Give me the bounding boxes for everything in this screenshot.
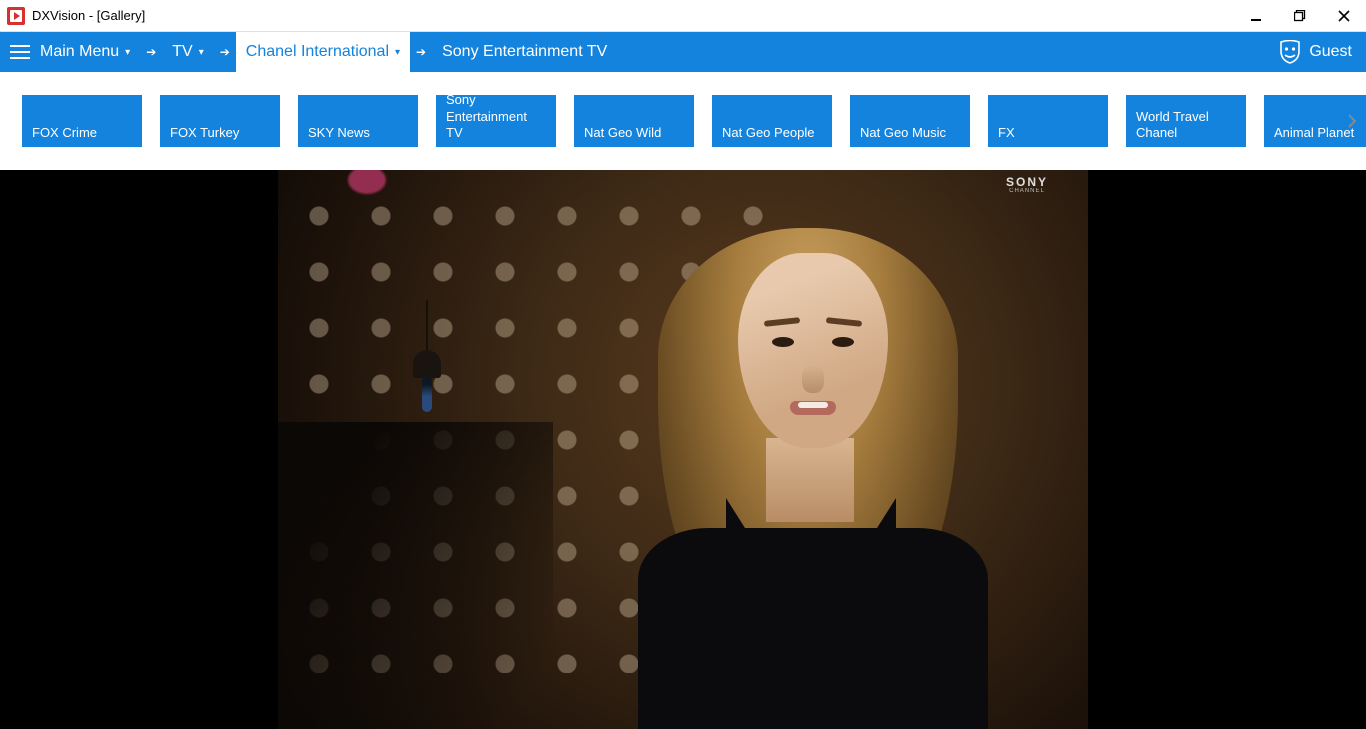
tv-button[interactable]: TV ▾ [162,32,213,72]
channel-tile[interactable]: SKY News [298,95,418,147]
window-controls [1234,0,1366,32]
channel-label: Nat Geo People [722,125,815,141]
channel-label: Nat Geo Music [860,125,946,141]
channel-tile[interactable]: Nat Geo Music [850,95,970,147]
chevron-down-icon: ▾ [199,47,204,58]
user-mask-icon [1279,40,1301,64]
breadcrumb: Main Menu ▾ ➔ TV ▾ ➔ Chanel Internationa… [0,32,1366,72]
chevron-down-icon: ▾ [395,47,400,58]
user-label: Guest [1309,43,1352,61]
channel-tile[interactable]: FOX Crime [22,95,142,147]
video-frame[interactable]: SONY CHANNEL [278,170,1088,729]
main-menu-label: Main Menu [40,43,119,61]
video-foreground-shadow [278,422,553,729]
channel-label: Nat Geo Wild [584,125,661,141]
channel-label: FOX Turkey [170,125,239,141]
channel-label: SKY News [308,125,370,141]
video-decor-bell [413,350,441,400]
channel-label: FX [998,125,1015,141]
channel-strip: FOX Crime FOX Turkey SKY News Sony Enter… [0,72,1366,170]
current-channel-label: Sony Entertainment TV [442,43,607,61]
video-subject [648,198,978,729]
channel-label: FOX Crime [32,125,97,141]
breadcrumb-arrow-icon: ➔ [140,32,162,72]
channel-international-button[interactable]: Chanel International ▾ [236,32,410,72]
window-title: DXVision - [Gallery] [32,8,145,23]
window-titlebar: DXVision - [Gallery] [0,0,1366,32]
maximize-button[interactable] [1278,0,1322,32]
main-menu-button[interactable]: Main Menu ▾ [0,32,140,72]
hamburger-icon [10,45,30,59]
channel-tile[interactable]: Sony Entertainment TV [436,95,556,147]
user-menu[interactable]: Guest [1265,32,1366,72]
channel-tile[interactable]: Nat Geo People [712,95,832,147]
minimize-button[interactable] [1234,0,1278,32]
channel-tile[interactable]: Nat Geo Wild [574,95,694,147]
channel-tile[interactable]: FOX Turkey [160,95,280,147]
channel-watermark: SONY CHANNEL [1006,176,1048,194]
chevron-down-icon: ▾ [125,47,130,58]
close-button[interactable] [1322,0,1366,32]
watermark-text: SONY [1006,176,1048,188]
channel-tile[interactable]: FX [988,95,1108,147]
channel-label: Sony Entertainment TV [446,92,546,141]
breadcrumb-arrow-icon: ➔ [214,32,236,72]
tv-label: TV [172,43,192,61]
channel-tile[interactable]: World Travel Chanel [1126,95,1246,147]
current-channel-button[interactable]: Sony Entertainment TV [432,32,617,72]
watermark-subtext: CHANNEL [1006,188,1048,194]
channel-label: World Travel Chanel [1136,109,1236,142]
breadcrumb-arrow-icon: ➔ [410,32,432,72]
app-icon [6,6,26,26]
scroll-right-button[interactable] [1342,101,1362,141]
channel-international-label: Chanel International [246,43,389,61]
video-area: SONY CHANNEL [0,170,1366,729]
